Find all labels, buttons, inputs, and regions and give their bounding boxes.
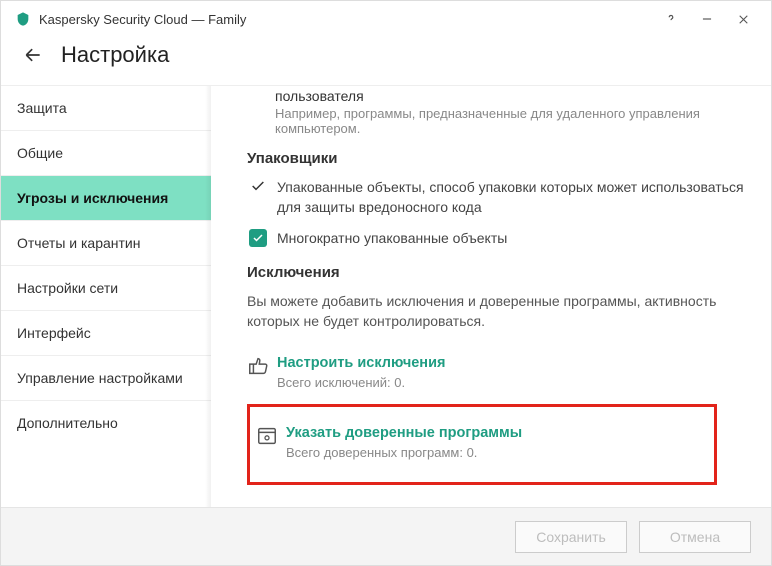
configure-exclusions-link[interactable]: Настроить исключения	[277, 355, 445, 371]
checkbox-checked-icon[interactable]	[247, 228, 269, 247]
cancel-button[interactable]: Отмена	[639, 521, 751, 553]
trusted-programs-row: Указать доверенные программы Всего довер…	[256, 417, 704, 470]
sidebar-item-manage-settings[interactable]: Управление настройками	[1, 356, 211, 401]
window-icon	[256, 425, 286, 447]
trusted-programs-highlight: Указать доверенные программы Всего довер…	[247, 404, 717, 485]
app-logo-icon	[15, 11, 31, 27]
packers-item-1-label: Упакованные объекты, способ упаковки кот…	[277, 177, 745, 218]
packers-item-2-label: Многократно упакованные объекты	[277, 228, 745, 248]
trusted-programs-meta: Всего доверенных программ: 0.	[286, 445, 522, 460]
sidebar-item-threats-exclusions[interactable]: Угрозы и исключения	[1, 176, 211, 221]
check-icon	[247, 177, 269, 194]
configure-exclusions-row: Настроить исключения Всего исключений: 0…	[247, 347, 745, 400]
section-packers: Упаковщики	[247, 150, 745, 167]
sidebar-item-protection[interactable]: Защита	[1, 86, 211, 131]
exclusions-desc: Вы можете добавить исключения и доверенн…	[247, 291, 745, 332]
sidebar-item-general[interactable]: Общие	[1, 131, 211, 176]
trusted-programs-link[interactable]: Указать доверенные программы	[286, 425, 522, 441]
user-subblock: пользователя Например, программы, предна…	[247, 88, 745, 136]
page-title: Настройка	[61, 42, 169, 68]
sidebar-item-interface[interactable]: Интерфейс	[1, 311, 211, 356]
page-header: Настройка	[1, 37, 771, 85]
minimize-button[interactable]	[689, 4, 725, 34]
close-button[interactable]	[725, 4, 761, 34]
sidebar-item-network[interactable]: Настройки сети	[1, 266, 211, 311]
section-exclusions: Исключения	[247, 264, 745, 281]
sidebar: Защита Общие Угрозы и исключения Отчеты …	[1, 85, 211, 507]
user-desc: Например, программы, предназначенные для…	[247, 106, 745, 136]
thumbs-up-icon	[247, 355, 277, 377]
titlebar: Kaspersky Security Cloud — Family	[1, 1, 771, 37]
configure-exclusions-meta: Всего исключений: 0.	[277, 375, 445, 390]
save-button[interactable]: Сохранить	[515, 521, 627, 553]
packers-item-2[interactable]: Многократно упакованные объекты	[247, 228, 745, 248]
help-button[interactable]	[653, 4, 689, 34]
sidebar-item-additional[interactable]: Дополнительно	[1, 401, 211, 445]
content-pane: пользователя Например, программы, предна…	[211, 85, 771, 507]
footer: Сохранить Отмена	[1, 507, 771, 565]
sidebar-item-reports-quarantine[interactable]: Отчеты и карантин	[1, 221, 211, 266]
user-subtitle: пользователя	[247, 88, 745, 104]
packers-item-1[interactable]: Упакованные объекты, способ упаковки кот…	[247, 177, 745, 218]
window-title: Kaspersky Security Cloud — Family	[39, 12, 246, 27]
back-button[interactable]	[19, 41, 47, 69]
